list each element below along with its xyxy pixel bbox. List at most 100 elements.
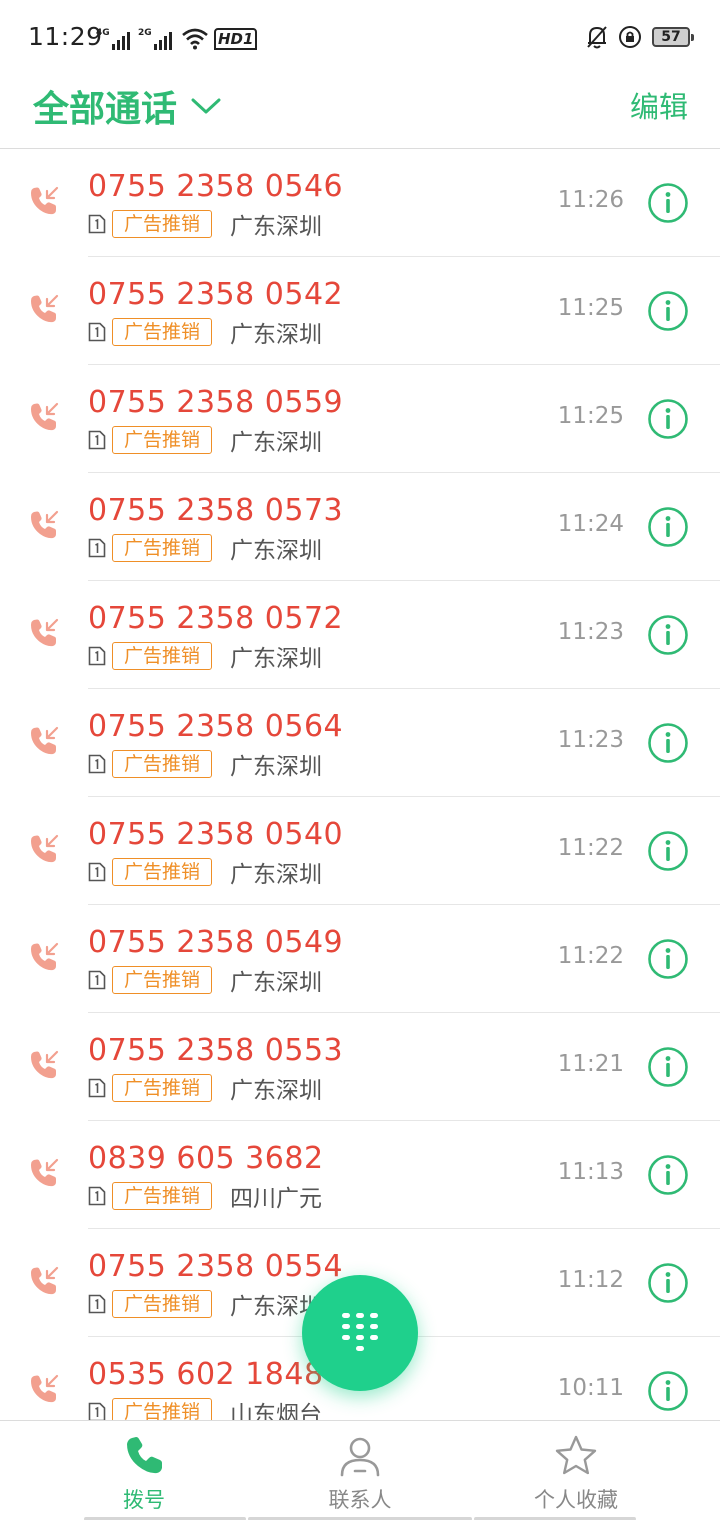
signal-4g-label: 4G (96, 28, 110, 38)
call-meta: 广告推销 广东深圳 (88, 426, 323, 456)
call-number: 0755 2358 0546 (88, 169, 344, 204)
call-time: 11:21 (557, 1051, 624, 1077)
sim-1-icon (88, 1402, 106, 1420)
call-number: 0755 2358 0542 (88, 277, 344, 312)
call-number: 0755 2358 0553 (88, 1033, 344, 1068)
call-location: 广东深圳 (230, 538, 323, 564)
sim-1-icon (88, 1186, 106, 1206)
call-meta: 广告推销 广东深圳 (88, 534, 323, 564)
call-number: 0755 2358 0572 (88, 601, 344, 636)
person-icon (340, 1437, 380, 1477)
call-location: 广东深圳 (230, 862, 323, 888)
call-location: 四川广元 (230, 1186, 323, 1212)
missed-incoming-call-icon (28, 185, 60, 217)
sim-1-icon (88, 646, 106, 666)
tab-favorites-label: 个人收藏 (534, 1488, 618, 1512)
rotation-lock-icon (619, 26, 641, 48)
call-meta: 广告推销 广东深圳 (88, 858, 323, 888)
missed-incoming-call-icon (28, 509, 60, 541)
sim-1-icon (88, 214, 106, 234)
call-location: 广东深圳 (230, 322, 323, 348)
edit-button[interactable]: 编辑 (630, 84, 688, 126)
signal-2g-label: 2G (138, 28, 152, 38)
spam-tag-badge: 广告推销 (112, 1290, 213, 1318)
tab-contacts[interactable]: 联系人 (240, 1421, 480, 1520)
tab-favorites[interactable]: 个人收藏 (456, 1421, 696, 1520)
sim-1-icon (88, 862, 106, 882)
missed-incoming-call-icon (28, 833, 60, 865)
call-meta: 广告推销 广东深圳 (88, 210, 322, 240)
call-location: 广东深圳 (230, 430, 323, 456)
tab-contacts-label: 联系人 (328, 1488, 392, 1512)
call-time: 11:22 (557, 835, 624, 861)
page-title: 全部通话 (33, 89, 178, 130)
call-row[interactable]: 0755 2358 0553 广告推销 广东深圳 11:21 (0, 1013, 720, 1121)
call-row[interactable]: 0755 2358 0540 广告推销 广东深圳 11:22 (0, 797, 720, 905)
call-log-list: 0755 2358 0546 广告推销 广东深圳 11:26 0755 2358 054… (0, 149, 720, 1420)
missed-incoming-call-icon (28, 725, 60, 757)
sim-1-icon (88, 322, 106, 342)
call-location: 广东深圳 (230, 1078, 323, 1104)
call-time: 10:11 (557, 1375, 624, 1401)
dialpad-fab-button[interactable] (302, 1275, 418, 1391)
call-time: 11:26 (557, 187, 624, 213)
call-number: 0839 605 3682 (88, 1141, 324, 1176)
spam-tag-badge: 广告推销 (112, 210, 213, 238)
call-meta: 广告推销 广东深圳 (88, 1290, 322, 1320)
call-number: 0755 2358 0573 (88, 493, 344, 528)
call-filter-dropdown[interactable]: 全部通话 (33, 80, 221, 132)
info-circle-icon[interactable] (647, 182, 689, 224)
signal-2g-icon: 2G (138, 28, 172, 50)
call-number: 0755 2358 0540 (88, 817, 344, 852)
status-left-icons: 4G 2G HD1 (96, 24, 258, 50)
missed-incoming-call-icon (28, 1049, 60, 1081)
phone-icon (127, 1437, 162, 1474)
spam-tag-badge: 广告推销 (112, 750, 213, 778)
info-circle-icon[interactable] (647, 290, 689, 332)
call-meta: 广告推销 广东深圳 (88, 750, 323, 780)
call-number: 0755 2358 0564 (88, 709, 344, 744)
status-time: 11:29 (28, 22, 103, 51)
spam-tag-badge: 广告推销 (112, 1398, 213, 1420)
missed-incoming-call-icon (28, 1265, 60, 1297)
info-circle-icon[interactable] (647, 1046, 689, 1088)
spam-tag-badge: 广告推销 (112, 426, 213, 454)
info-circle-icon[interactable] (647, 938, 689, 980)
call-row[interactable]: 0755 2358 0542 广告推销 广东深圳 11:25 (0, 257, 720, 365)
info-circle-icon[interactable] (647, 614, 689, 656)
call-time: 11:25 (557, 295, 624, 321)
call-location: 山东烟台 (230, 1402, 323, 1420)
call-row[interactable]: 0755 2358 0559 广告推销 广东深圳 11:25 (0, 365, 720, 473)
info-circle-icon[interactable] (647, 1262, 689, 1304)
spam-tag-badge: 广告推销 (112, 966, 213, 994)
info-circle-icon[interactable] (647, 722, 689, 764)
sim-1-icon (88, 754, 106, 774)
battery-icon: 57 (652, 27, 694, 47)
info-circle-icon[interactable] (647, 398, 689, 440)
missed-incoming-call-icon (28, 617, 60, 649)
wifi-icon (182, 28, 208, 50)
missed-incoming-call-icon (28, 1157, 60, 1189)
info-circle-icon[interactable] (647, 830, 689, 872)
sim-1-icon (88, 1294, 106, 1314)
call-row[interactable]: 0755 2358 0572 广告推销 广东深圳 11:23 (0, 581, 720, 689)
info-circle-icon[interactable] (647, 1370, 689, 1412)
call-row[interactable]: 0839 605 3682 广告推销 四川广元 11:13 (0, 1121, 720, 1229)
call-number: 0755 2358 0554 (88, 1249, 344, 1284)
call-number: 0535 602 1848 (88, 1357, 324, 1392)
call-location: 广东深圳 (230, 754, 323, 780)
missed-incoming-call-icon (28, 941, 60, 973)
info-circle-icon[interactable] (647, 1154, 689, 1196)
call-row[interactable]: 0755 2358 0573 广告推销 广东深圳 11:24 (0, 473, 720, 581)
call-row[interactable]: 0755 2358 0546 广告推销 广东深圳 11:26 (0, 149, 720, 257)
call-time: 11:13 (557, 1159, 624, 1185)
tab-dial[interactable]: 拨号 (24, 1421, 264, 1520)
sim-1-icon (88, 430, 106, 450)
sim-1-icon (88, 1078, 106, 1098)
signal-4g-icon: 4G (96, 28, 130, 50)
info-circle-icon[interactable] (647, 506, 689, 548)
call-row[interactable]: 0755 2358 0564 广告推销 广东深圳 11:23 (0, 689, 720, 797)
call-location: 广东深圳 (230, 646, 323, 672)
call-row[interactable]: 0755 2358 0549 广告推销 广东深圳 11:22 (0, 905, 720, 1013)
bell-muted-icon (587, 26, 607, 49)
